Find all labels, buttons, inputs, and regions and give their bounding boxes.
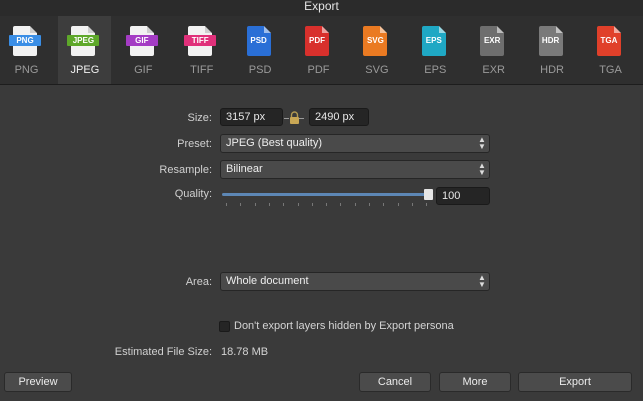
quality-slider-ticks [226,203,431,207]
height-field[interactable]: 2490 px [309,108,369,126]
format-name: EPS [424,64,447,76]
slider-tick [411,203,413,206]
eps-icon-label: EPS [425,36,442,45]
slider-tick [340,203,342,206]
tiff-icon-label: TIFF [184,35,217,46]
psd-icon-label: PSD [250,36,267,45]
quality-slider-thumb[interactable] [424,189,433,200]
format-name: GIF [134,64,153,76]
slider-tick [254,203,256,206]
format-name: EXR [482,64,505,76]
size-label: Size: [187,112,212,124]
cancel-button[interactable]: Cancel [359,372,431,392]
more-button[interactable]: More [439,372,511,392]
format-name: PDF [307,64,330,76]
format-name: TIFF [190,64,214,76]
quality-label: Quality: [174,188,212,200]
format-bar: PNG PNG JPEG JPEG GIF GIF TIFF TIFF PSD PSD PDF PDF… [0,16,643,85]
preset-select[interactable]: JPEG (Best quality) ▲ ▼ [220,134,490,153]
estimate-label: Estimated File Size: [114,346,212,358]
hidden-layers-label: Don't export layers hidden by Export per… [234,320,454,332]
pdf-icon-label: PDF [309,36,325,45]
format-name: PNG [14,64,39,76]
format-tab-exr[interactable]: EXR EXR [467,16,520,84]
preset-value: JPEG (Best quality) [226,137,322,149]
slider-tick [311,203,313,206]
export-button[interactable]: Export [518,372,632,392]
format-tab-tga[interactable]: TGA TGA [584,16,637,84]
slider-tick [283,203,285,206]
slider-tick [268,203,270,206]
area-select[interactable]: Whole document ▲ ▼ [220,272,490,291]
hdr-icon-label: HDR [541,36,560,45]
slider-tick [354,203,356,206]
format-name: HDR [540,64,565,76]
format-tab-svg[interactable]: SVG SVG [350,16,403,84]
format-tab-tiff[interactable]: TIFF TIFF [175,16,228,84]
exr-icon-label: EXR [483,36,501,45]
slider-tick [397,203,399,206]
format-tab-pdf[interactable]: PDF PDF [292,16,345,84]
format-tab-gif[interactable]: GIF GIF [117,16,170,84]
format-tab-eps[interactable]: EPS EPS [409,16,462,84]
slider-tick [326,203,328,206]
format-tab-jpeg[interactable]: JPEG JPEG [58,16,112,84]
slider-tick [240,203,242,206]
slider-tick [369,203,370,206]
svg-icon-label: SVG [366,36,384,45]
preset-label: Preset: [177,138,212,150]
tga-icon-label: TGA [600,36,618,45]
quality-slider-track[interactable] [222,193,429,196]
aspect-lock-toggle[interactable] [284,111,304,125]
select-arrows-icon: ▲ ▼ [478,135,486,151]
width-field[interactable]: 3157 px [220,108,283,126]
slider-tick [383,203,385,206]
format-tab-hdr[interactable]: HDR HDR [526,16,579,84]
select-arrows-icon: ▲ ▼ [478,161,486,177]
quality-field[interactable]: 100 [436,187,490,205]
area-label: Area: [185,276,212,288]
slider-tick [426,203,428,206]
select-arrows-icon: ▲ ▼ [478,273,486,289]
area-value: Whole document [226,275,309,287]
slider-tick [226,203,227,206]
format-tab-psd[interactable]: PSD PSD [234,16,287,84]
png-icon-label: PNG [9,35,41,46]
preview-button[interactable]: Preview [4,372,72,392]
format-tab-png[interactable]: PNG PNG [0,16,53,84]
slider-tick [297,203,299,206]
format-name: JPEG [70,64,100,76]
resample-select[interactable]: Bilinear ▲ ▼ [220,160,490,179]
hidden-layers-checkbox[interactable] [219,321,230,332]
export-dialog: Export PNG PNG JPEG JPEG GIF GIF TIFF TIFF PSD PS… [0,0,643,401]
format-name: PSD [248,64,272,76]
format-name: SVG [365,64,389,76]
resample-value: Bilinear [226,163,263,175]
gif-icon-label: GIF [125,35,158,46]
jpeg-icon-label: JPEG [67,35,100,46]
resample-label: Resample: [159,164,212,176]
estimate-value: 18.78 MB [221,346,269,358]
format-name: TGA [599,64,622,76]
window-title: Export [0,0,643,16]
